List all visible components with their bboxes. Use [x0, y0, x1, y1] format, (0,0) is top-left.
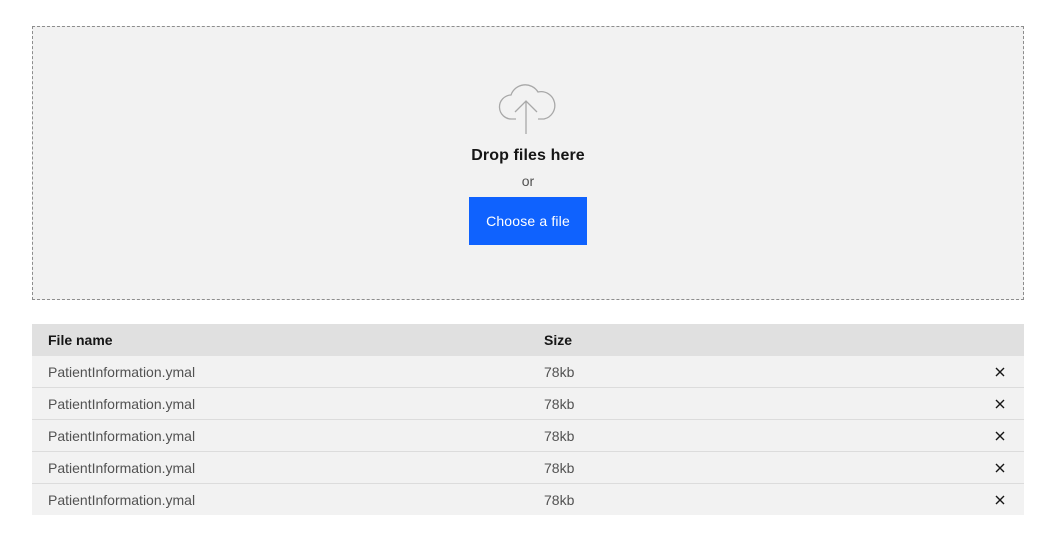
file-name-cell: PatientInformation.ymal	[48, 491, 196, 508]
remove-file-button[interactable]	[992, 460, 1008, 476]
table-row: PatientInformation.ymal 78kb	[32, 356, 1024, 387]
file-table: File name Size PatientInformation.ymal 78…	[32, 324, 1024, 515]
dropzone-title: Drop files here	[471, 147, 585, 164]
file-name-cell: PatientInformation.ymal	[48, 395, 196, 412]
table-header: File name Size	[32, 324, 1024, 356]
close-icon	[995, 463, 1005, 472]
cloud-upload-icon	[498, 84, 556, 134]
file-name-cell: PatientInformation.ymal	[48, 427, 196, 444]
file-name-cell: PatientInformation.ymal	[48, 459, 196, 476]
close-icon	[995, 399, 1005, 408]
dropzone-separator: or	[521, 173, 535, 189]
header-size: Size	[544, 332, 573, 348]
remove-file-button[interactable]	[992, 492, 1008, 508]
table-row: PatientInformation.ymal 78kb	[32, 451, 1024, 483]
close-icon	[995, 431, 1005, 440]
choose-file-button[interactable]: Choose a file	[469, 197, 587, 245]
close-icon	[995, 495, 1005, 504]
file-size-cell: 78kb	[544, 459, 575, 476]
file-size-cell: 78kb	[544, 395, 575, 412]
remove-file-button[interactable]	[992, 428, 1008, 444]
header-file-name: File name	[48, 332, 113, 348]
table-row: PatientInformation.ymal 78kb	[32, 387, 1024, 419]
remove-file-button[interactable]	[992, 396, 1008, 412]
file-dropzone[interactable]: Drop files here or Choose a file	[32, 26, 1024, 300]
file-size-cell: 78kb	[544, 427, 575, 444]
file-size-cell: 78kb	[544, 363, 575, 380]
table-row: PatientInformation.ymal 78kb	[32, 419, 1024, 451]
remove-file-button[interactable]	[992, 364, 1008, 380]
table-row: PatientInformation.ymal 78kb	[32, 483, 1024, 515]
close-icon	[995, 367, 1005, 376]
file-name-cell: PatientInformation.ymal	[48, 363, 196, 380]
file-size-cell: 78kb	[544, 491, 575, 508]
